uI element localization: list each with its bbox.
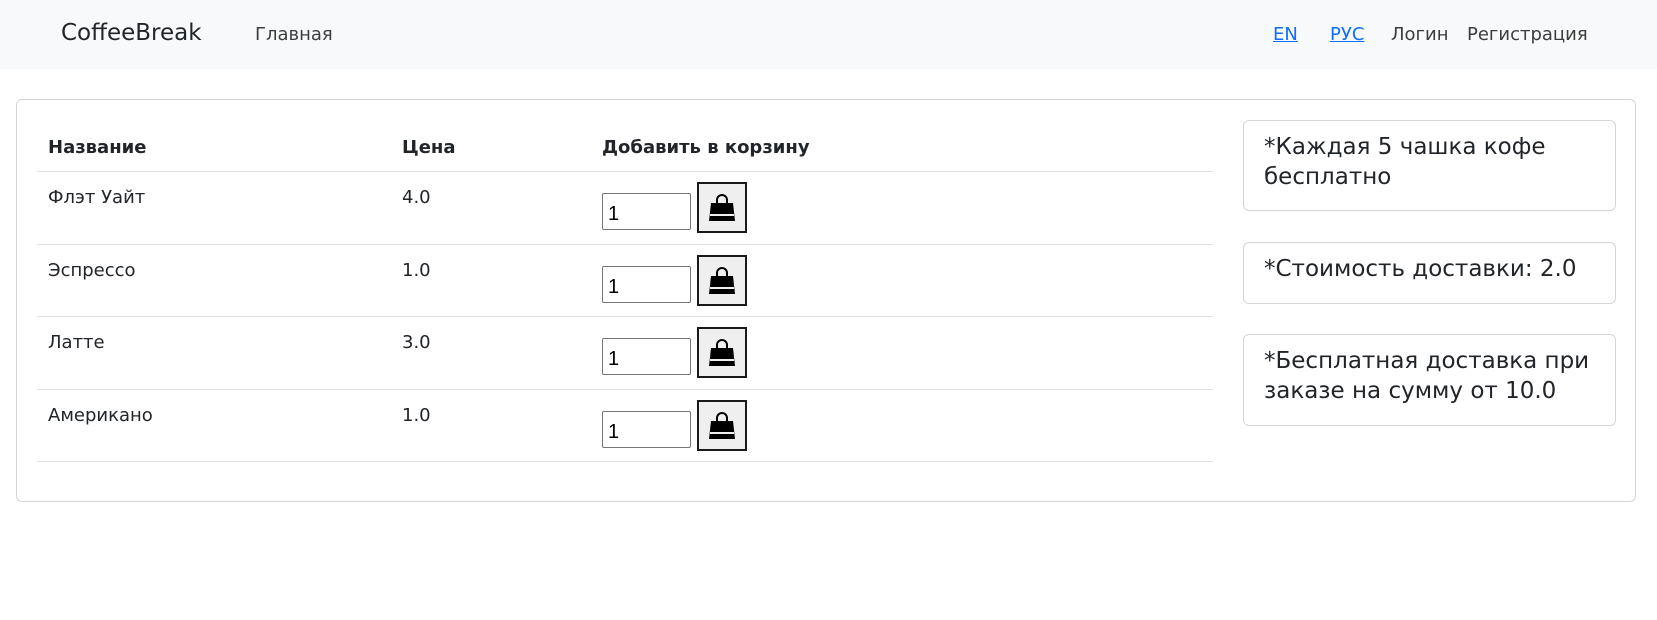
product-price: 3.0 (402, 332, 431, 353)
quantity-input[interactable] (602, 338, 691, 375)
shopping-bag-icon (709, 411, 735, 439)
product-price: 1.0 (402, 405, 431, 426)
nav-link-home[interactable]: Главная (255, 24, 333, 45)
column-header-price: Цена (402, 137, 456, 158)
product-price: 1.0 (402, 260, 431, 281)
add-to-cart-button[interactable] (697, 255, 747, 306)
table-row: Латте 3.0 (37, 317, 1213, 389)
promo-note-free-cup: *Каждая 5 чашка кофе бесплатно (1243, 120, 1616, 211)
nav-link-login[interactable]: Логин (1391, 24, 1448, 45)
navbar: CoffeeBreak Главная EN РУС Логин Регистр… (0, 0, 1657, 69)
promo-note-free-delivery: *Бесплатная доставка при заказе на сумму… (1243, 334, 1616, 426)
add-to-cart-button[interactable] (697, 182, 747, 233)
table-row: Флэт Уайт 4.0 (37, 172, 1213, 244)
table-row: Американо 1.0 (37, 390, 1213, 462)
add-to-cart-button[interactable] (697, 327, 747, 378)
lang-ru-link[interactable]: РУС (1330, 24, 1364, 45)
lang-en-link[interactable]: EN (1273, 24, 1298, 45)
brand-logo[interactable]: CoffeeBreak (61, 20, 202, 46)
column-header-name: Название (48, 137, 147, 158)
product-name: Латте (48, 332, 105, 353)
add-to-cart-button[interactable] (697, 400, 747, 451)
nav-link-register[interactable]: Регистрация (1467, 24, 1588, 45)
product-name: Американо (48, 405, 153, 426)
quantity-input[interactable] (602, 411, 691, 448)
promo-note-delivery-cost: *Стоимость доставки: 2.0 (1243, 242, 1616, 304)
product-name: Флэт Уайт (48, 187, 146, 208)
product-name: Эспрессо (48, 260, 136, 281)
table-divider (37, 461, 1213, 462)
quantity-input[interactable] (602, 193, 691, 230)
shopping-bag-icon (709, 338, 735, 366)
column-header-add-to-cart: Добавить в корзину (602, 137, 810, 158)
product-price: 4.0 (402, 187, 431, 208)
table-row: Эспрессо 1.0 (37, 245, 1213, 317)
shopping-bag-icon (709, 266, 735, 294)
quantity-input[interactable] (602, 266, 691, 303)
shopping-bag-icon (709, 193, 735, 221)
